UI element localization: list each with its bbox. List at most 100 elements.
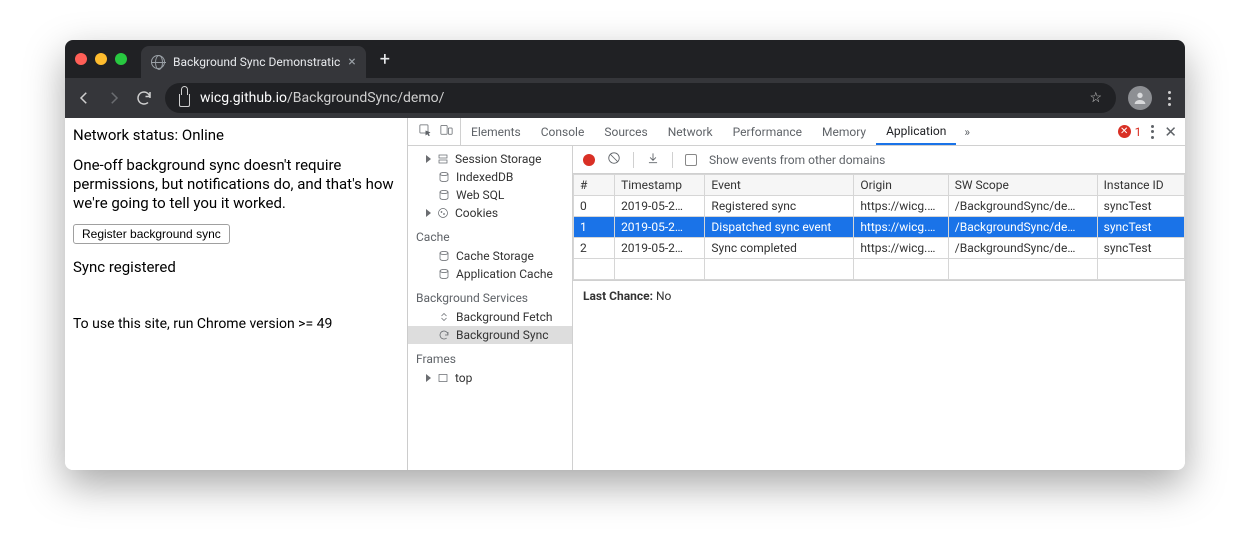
device-toolbar-icon[interactable] bbox=[439, 123, 454, 141]
cell-iid: syncTest bbox=[1097, 217, 1184, 238]
close-window[interactable] bbox=[75, 53, 87, 65]
col-num[interactable]: # bbox=[574, 175, 615, 196]
sidebar-item-session-storage[interactable]: Session Storage bbox=[408, 150, 572, 168]
record-button[interactable] bbox=[583, 154, 595, 166]
bookmark-star-icon[interactable]: ☆ bbox=[1089, 90, 1102, 106]
sidebar-item-cookies[interactable]: Cookies bbox=[408, 204, 572, 222]
browser-menu-button[interactable] bbox=[1164, 91, 1175, 106]
cell-event: Sync completed bbox=[705, 238, 854, 259]
cell-num: 0 bbox=[574, 196, 615, 217]
inspect-element-icon[interactable] bbox=[418, 123, 433, 141]
chrome-requirement: To use this site, run Chrome version >= … bbox=[73, 316, 399, 332]
browser-tab[interactable]: Background Sync Demonstratic × bbox=[141, 46, 366, 78]
register-sync-button[interactable]: Register background sync bbox=[73, 224, 230, 244]
sync-status: Sync registered bbox=[73, 258, 399, 276]
content-area: Network status: Online One-off backgroun… bbox=[65, 118, 1185, 470]
address-bar[interactable]: wicg.github.io/BackgroundSync/demo/ ☆ bbox=[165, 83, 1116, 113]
tab-application[interactable]: Application bbox=[876, 118, 956, 145]
col-timestamp[interactable]: Timestamp bbox=[615, 175, 705, 196]
show-other-domains-label: Show events from other domains bbox=[709, 153, 885, 167]
tab-memory[interactable]: Memory bbox=[812, 118, 876, 145]
cell-origin: https://wicg.… bbox=[854, 196, 948, 217]
cell-event: Dispatched sync event bbox=[705, 217, 854, 238]
detail-label: Last Chance: bbox=[583, 289, 653, 303]
col-event[interactable]: Event bbox=[705, 175, 854, 196]
sidebar-item-frame-top[interactable]: top bbox=[408, 369, 572, 387]
lock-icon bbox=[179, 94, 190, 107]
cell-scope: /BackgroundSync/de… bbox=[948, 238, 1097, 259]
cell-iid: syncTest bbox=[1097, 196, 1184, 217]
sidebar-heading-frames: Frames bbox=[408, 344, 572, 369]
database-icon bbox=[438, 171, 450, 183]
sidebar-item-background-sync[interactable]: Background Sync bbox=[408, 326, 572, 344]
table-header-row: # Timestamp Event Origin SW Scope Instan… bbox=[574, 175, 1185, 196]
window-controls bbox=[75, 53, 127, 65]
cell-origin: https://wicg.… bbox=[854, 238, 948, 259]
cell-scope: /BackgroundSync/de… bbox=[948, 196, 1097, 217]
bgsync-toolbar: Show events from other domains bbox=[573, 146, 1185, 174]
table-row[interactable]: 12019-05-2…Dispatched sync eventhttps://… bbox=[574, 217, 1185, 238]
new-tab-button[interactable]: + bbox=[380, 49, 390, 70]
database-icon bbox=[438, 250, 450, 262]
storage-icon bbox=[437, 153, 449, 165]
url-text: wicg.github.io/BackgroundSync/demo/ bbox=[200, 90, 444, 106]
tab-network[interactable]: Network bbox=[658, 118, 723, 145]
error-badge[interactable]: ✕1 bbox=[1118, 125, 1142, 139]
col-swscope[interactable]: SW Scope bbox=[948, 175, 1097, 196]
separator bbox=[633, 152, 634, 168]
inspect-tools bbox=[412, 118, 461, 145]
col-origin[interactable]: Origin bbox=[854, 175, 948, 196]
devtools-panel: Elements Console Sources Network Perform… bbox=[408, 118, 1185, 470]
back-button[interactable] bbox=[75, 89, 93, 107]
more-tabs-icon[interactable]: » bbox=[956, 118, 978, 145]
fetch-icon bbox=[438, 311, 450, 323]
cell-ts: 2019-05-2… bbox=[615, 238, 705, 259]
devtools-tabstrip: Elements Console Sources Network Perform… bbox=[408, 118, 1185, 146]
event-detail: Last Chance: No bbox=[573, 280, 1185, 311]
close-tab-icon[interactable]: × bbox=[348, 54, 355, 70]
tab-performance[interactable]: Performance bbox=[723, 118, 812, 145]
table-row[interactable]: 02019-05-2…Registered synchttps://wicg.…… bbox=[574, 196, 1185, 217]
globe-icon bbox=[151, 55, 165, 69]
page-viewport: Network status: Online One-off backgroun… bbox=[65, 118, 408, 470]
download-button[interactable] bbox=[646, 151, 660, 168]
address-toolbar: wicg.github.io/BackgroundSync/demo/ ☆ bbox=[65, 78, 1185, 118]
cell-num: 2 bbox=[574, 238, 615, 259]
maximize-window[interactable] bbox=[115, 53, 127, 65]
detail-value: No bbox=[656, 289, 671, 303]
sidebar-item-application-cache[interactable]: Application Cache bbox=[408, 265, 572, 283]
devtools-menu-button[interactable] bbox=[1151, 125, 1154, 139]
clear-button[interactable] bbox=[607, 151, 621, 168]
cell-ts: 2019-05-2… bbox=[615, 196, 705, 217]
events-table: # Timestamp Event Origin SW Scope Instan… bbox=[573, 174, 1185, 280]
expand-icon bbox=[426, 155, 431, 163]
tab-sources[interactable]: Sources bbox=[594, 118, 657, 145]
sidebar-item-cache-storage[interactable]: Cache Storage bbox=[408, 247, 572, 265]
page-description: One-off background sync doesn't require … bbox=[73, 156, 399, 212]
browser-window: Background Sync Demonstratic × + wicg.gi… bbox=[65, 40, 1185, 470]
tab-strip: Background Sync Demonstratic × + bbox=[65, 40, 1185, 78]
reload-button[interactable] bbox=[135, 89, 153, 107]
cell-origin: https://wicg.… bbox=[854, 217, 948, 238]
forward-button[interactable] bbox=[105, 89, 123, 107]
expand-icon bbox=[426, 209, 431, 217]
sidebar-item-indexeddb[interactable]: IndexedDB bbox=[408, 168, 572, 186]
sidebar-heading-cache: Cache bbox=[408, 222, 572, 247]
table-row[interactable]: 22019-05-2…Sync completedhttps://wicg.…/… bbox=[574, 238, 1185, 259]
sidebar-item-background-fetch[interactable]: Background Fetch bbox=[408, 308, 572, 326]
cell-scope: /BackgroundSync/de… bbox=[948, 217, 1097, 238]
col-instanceid[interactable]: Instance ID bbox=[1097, 175, 1184, 196]
profile-avatar[interactable] bbox=[1128, 86, 1152, 110]
sidebar-heading-bgservices: Background Services bbox=[408, 283, 572, 308]
application-main: Show events from other domains # Timesta… bbox=[573, 146, 1185, 470]
tab-console[interactable]: Console bbox=[531, 118, 595, 145]
show-other-domains-checkbox[interactable] bbox=[685, 154, 697, 166]
minimize-window[interactable] bbox=[95, 53, 107, 65]
separator bbox=[672, 152, 673, 168]
network-status: Network status: Online bbox=[73, 126, 399, 144]
database-icon bbox=[438, 189, 450, 201]
application-sidebar: Session Storage IndexedDB Web SQL Cookie… bbox=[408, 146, 573, 470]
sidebar-item-websql[interactable]: Web SQL bbox=[408, 186, 572, 204]
close-devtools-icon[interactable]: ✕ bbox=[1164, 123, 1177, 141]
tab-elements[interactable]: Elements bbox=[461, 118, 531, 145]
